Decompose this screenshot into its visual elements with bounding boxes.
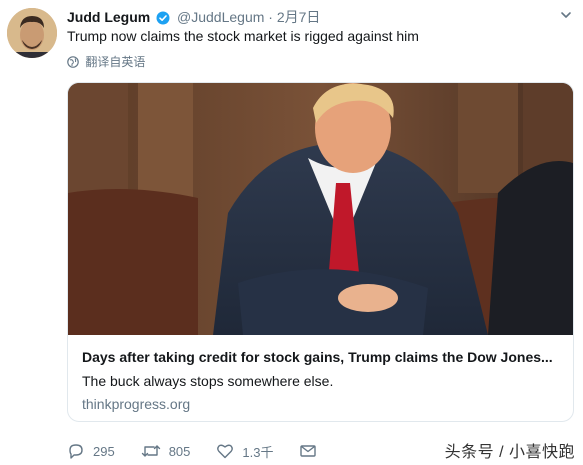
card-title: Days after taking credit for stock gains… [82, 349, 553, 365]
card-description: The buck always stops somewhere else. [82, 373, 334, 389]
retweet-button[interactable]: 805 [141, 442, 191, 460]
like-count: 1.3千 [242, 444, 274, 460]
author-avatar[interactable] [7, 8, 57, 58]
author-name[interactable]: Judd Legum [67, 9, 150, 25]
translate-label: 翻译自英语 [85, 55, 146, 69]
direct-message-button[interactable] [299, 442, 325, 460]
like-button[interactable]: 1.3千 [216, 442, 273, 461]
globe-icon [67, 56, 79, 72]
card-domain: thinkprogress.org [82, 396, 191, 412]
card-body: Days after taking credit for stock gains… [82, 347, 560, 414]
translate-link[interactable]: 翻译自英语 [67, 54, 145, 72]
tweet-text: Trump now claims the stock market is rig… [67, 28, 419, 44]
reply-count: 295 [93, 443, 115, 459]
author-handle[interactable]: @JuddLegum [177, 9, 264, 25]
author-avatar-image [7, 8, 57, 58]
heart-icon [217, 444, 234, 459]
tweet-header: Judd Legum @JuddLegum · 2月7日 [67, 7, 320, 27]
watermark: 头条号 / 小喜快跑 [444, 444, 575, 461]
header-separator: · [268, 9, 273, 25]
reply-button[interactable]: 295 [67, 442, 115, 460]
tweet-actions: 295 805 1.3千 [67, 440, 351, 462]
card-image [68, 83, 573, 335]
reply-icon [69, 444, 83, 459]
tweet-date[interactable]: 2月7日 [277, 9, 321, 25]
retweet-icon [141, 445, 160, 457]
retweet-count: 805 [168, 443, 191, 459]
chevron-down-icon[interactable] [559, 8, 573, 22]
envelope-icon [300, 445, 317, 457]
link-card[interactable]: Days after taking credit for stock gains… [67, 82, 574, 422]
